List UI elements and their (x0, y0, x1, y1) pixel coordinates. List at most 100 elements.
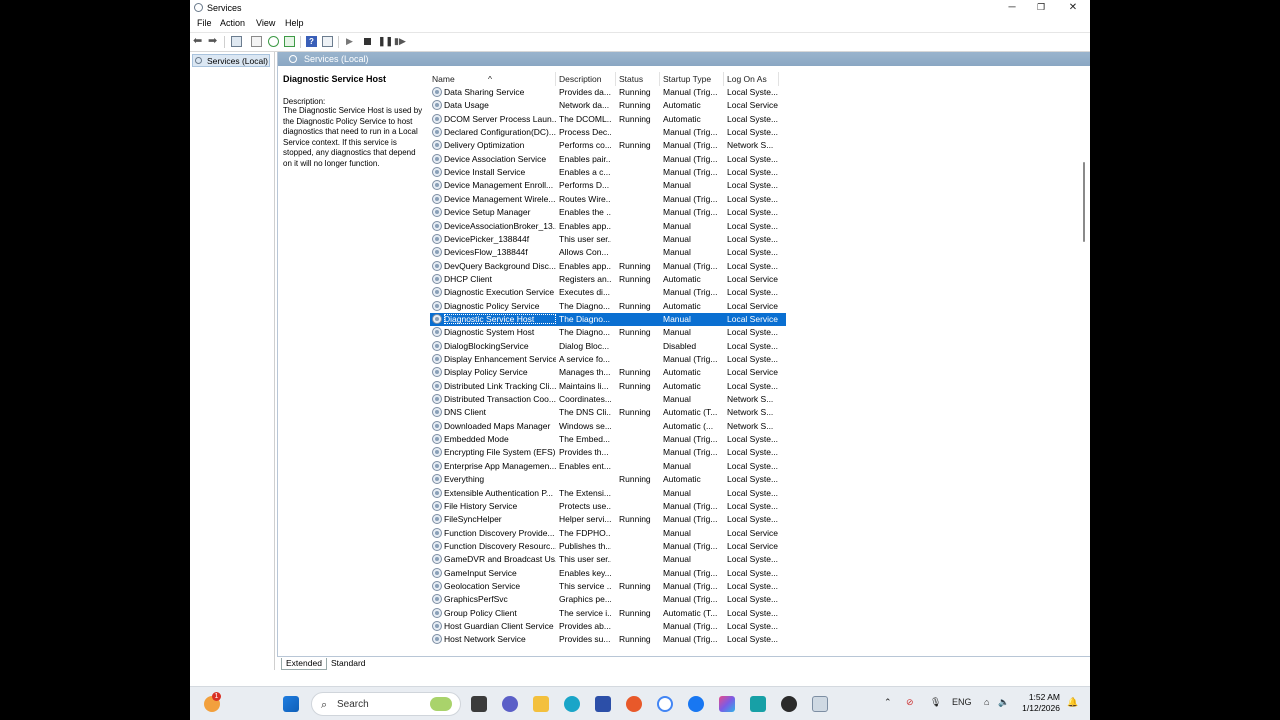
firefox-icon[interactable] (626, 696, 642, 712)
service-row[interactable]: DialogBlockingService Dialog Bloc... Disab… (430, 340, 786, 353)
column-header-startup-type[interactable]: Startup Type (663, 74, 711, 84)
show-hide-console-tree-icon[interactable] (231, 36, 242, 47)
service-row[interactable]: Device Setup Manager Enables the ... Manua… (430, 206, 786, 219)
service-row[interactable]: FileSyncHelper Helper servi... Running Manu… (430, 513, 786, 526)
column-divider[interactable] (555, 72, 556, 86)
service-row[interactable]: Declared Configuration(DC)... Process Dec… (430, 126, 786, 139)
column-divider[interactable] (615, 72, 616, 86)
service-row[interactable]: Function Discovery Provide... The FDPHO..… (430, 527, 786, 540)
service-row[interactable]: DCOM Server Process Laun... The DCOML... R… (430, 113, 786, 126)
menu-view[interactable]: View (256, 18, 275, 28)
service-row[interactable]: Geolocation Service This service ... Runni… (430, 580, 786, 593)
language-indicator[interactable]: ENG (952, 697, 972, 707)
services-taskbar-icon[interactable] (812, 696, 828, 712)
service-row[interactable]: DevQuery Background Disc... Enables app..… (430, 260, 786, 273)
service-row[interactable]: Enterprise App Managemen... Enables ent..… (430, 460, 786, 473)
service-row[interactable]: Device Association Service Enables pair..… (430, 153, 786, 166)
service-row[interactable]: Extensible Authentication P... The Extens… (430, 487, 786, 500)
service-row[interactable]: Data Usage Network da... Running Automatic L… (430, 99, 786, 112)
service-row[interactable]: Encrypting File System (EFS) Provides th.… (430, 446, 786, 459)
service-row[interactable]: Embedded Mode The Embed... Manual (Trig...… (430, 433, 786, 446)
service-row[interactable]: DNS Client The DNS Cli... Running Automatic… (430, 406, 786, 419)
recorder-icon[interactable] (781, 696, 797, 712)
file-explorer-icon[interactable] (533, 696, 549, 712)
service-row[interactable]: Display Policy Service Manages th... Runni… (430, 366, 786, 379)
tab-extended[interactable]: Extended (281, 658, 327, 670)
task-view-icon[interactable] (471, 696, 487, 712)
column-header-log-on-as[interactable]: Log On As (727, 74, 767, 84)
column-header-description[interactable]: Description (559, 74, 602, 84)
properties-sheet-icon[interactable] (251, 36, 262, 47)
back-arrow-icon[interactable]: ⬅ (193, 36, 204, 47)
service-row[interactable]: Distributed Transaction Coo... Coordinate… (430, 393, 786, 406)
service-row[interactable]: Everything Running Automatic Local Syste... (430, 473, 786, 486)
chat-app-icon[interactable] (502, 696, 518, 712)
close-button[interactable]: ✕ (1057, 0, 1089, 16)
column-divider[interactable] (723, 72, 724, 86)
service-row[interactable]: Delivery Optimization Performs co... Runni… (430, 139, 786, 152)
service-row[interactable]: Downloaded Maps Manager Windows se... Auto… (430, 420, 786, 433)
service-row[interactable]: DHCP Client Registers an... Running Automat… (430, 273, 786, 286)
refresh-icon[interactable] (268, 36, 279, 47)
volume-icon[interactable]: 🔈 (998, 697, 1009, 708)
service-row[interactable]: DevicesFlow_138844f Allows Con... Manual Lo… (430, 246, 786, 259)
service-row[interactable]: GraphicsPerfSvc Graphics pe... Manual (Tri… (430, 593, 786, 606)
column-header-status[interactable]: Status (619, 74, 643, 84)
google-icon[interactable] (657, 696, 673, 712)
microphone-icon[interactable]: 🎙 (930, 697, 941, 708)
column-divider[interactable] (659, 72, 660, 86)
service-row[interactable]: Diagnostic Policy Service The Diagno... Ru… (430, 300, 786, 313)
maximize-button[interactable]: ❐ (1025, 0, 1057, 16)
service-log-on-as: Local Syste... (727, 327, 779, 338)
facebook-icon[interactable] (688, 696, 704, 712)
notification-bell-icon[interactable]: 🔔 (1067, 697, 1078, 708)
service-row[interactable]: GameDVR and Broadcast Us... This user ser… (430, 553, 786, 566)
service-row[interactable]: Display Enhancement Service A service fo.… (430, 353, 786, 366)
tree-item-services-local[interactable]: Services (Local) (192, 54, 270, 67)
service-row[interactable]: Device Install Service Enables a c... Manu… (430, 166, 786, 179)
service-row[interactable]: Diagnostic Service Host The Diagno... Manu… (430, 312, 786, 327)
service-row[interactable]: DevicePicker_138844f This user ser... Manu… (430, 233, 786, 246)
start-windows-icon[interactable] (283, 696, 299, 712)
service-row[interactable]: Distributed Link Tracking Cli... Maintain… (430, 380, 786, 393)
help-icon[interactable]: ? (306, 36, 317, 47)
menu-action[interactable]: Action (220, 18, 245, 28)
service-row[interactable]: Device Management Enroll... Performs D...… (430, 179, 786, 192)
service-row[interactable]: Host Network Service Provides su... Runnin… (430, 633, 786, 646)
copilot-icon[interactable] (719, 696, 735, 712)
service-row[interactable]: Device Management Wirele... Routes Wire..… (430, 193, 786, 206)
service-row[interactable]: File History Service Protects use... Manua… (430, 500, 786, 513)
column-divider[interactable] (778, 72, 779, 86)
microsoft-store-icon[interactable] (595, 696, 611, 712)
service-row[interactable]: Data Sharing Service Provides da... Runnin… (430, 86, 786, 99)
start-service-icon[interactable]: ▶ (346, 36, 357, 47)
service-row[interactable]: DeviceAssociationBroker_13... Enables app… (430, 220, 786, 233)
tab-standard[interactable]: Standard (327, 658, 370, 670)
service-row[interactable]: Group Policy Client The service i... Runni… (430, 607, 786, 620)
console-window-icon[interactable] (322, 36, 333, 47)
minimize-button[interactable]: ─ (996, 0, 1028, 16)
export-list-icon[interactable] (284, 36, 295, 47)
service-row[interactable]: Host Guardian Client Service Provides ab.… (430, 620, 786, 633)
menu-file[interactable]: File (197, 18, 212, 28)
column-header-name[interactable]: Name (432, 74, 455, 84)
chevron-up-icon[interactable]: ⌃ (884, 697, 892, 708)
taskbar-search[interactable]: ⌕ Search (311, 692, 461, 716)
service-row[interactable]: GameInput Service Enables key... Manual (T… (430, 567, 786, 580)
security-icon[interactable]: ⊘ (906, 697, 914, 708)
scrollbar-thumb[interactable] (1083, 162, 1085, 242)
forward-arrow-icon[interactable]: ➡ (208, 36, 219, 47)
service-row[interactable]: Function Discovery Resourc... Publishes t… (430, 540, 786, 553)
system-clock[interactable]: 1:52 AM 1/12/2026 (1022, 692, 1060, 714)
stop-service-icon[interactable] (362, 36, 373, 47)
restart-service-icon[interactable]: ▮▶ (394, 36, 406, 47)
service-row[interactable]: Diagnostic System Host The Diagno... Runni… (430, 326, 786, 339)
pause-service-icon[interactable]: ❚❚ (378, 36, 393, 47)
notepad-icon[interactable] (750, 696, 766, 712)
network-icon[interactable]: ⌂ (984, 697, 989, 707)
menu-help[interactable]: Help (285, 18, 304, 28)
service-description: Enables pair... (559, 153, 611, 164)
service-row[interactable]: Diagnostic Execution Service Executes di.… (430, 286, 786, 299)
vertical-scrollbar[interactable] (1081, 70, 1087, 655)
edge-browser-icon[interactable] (564, 696, 580, 712)
